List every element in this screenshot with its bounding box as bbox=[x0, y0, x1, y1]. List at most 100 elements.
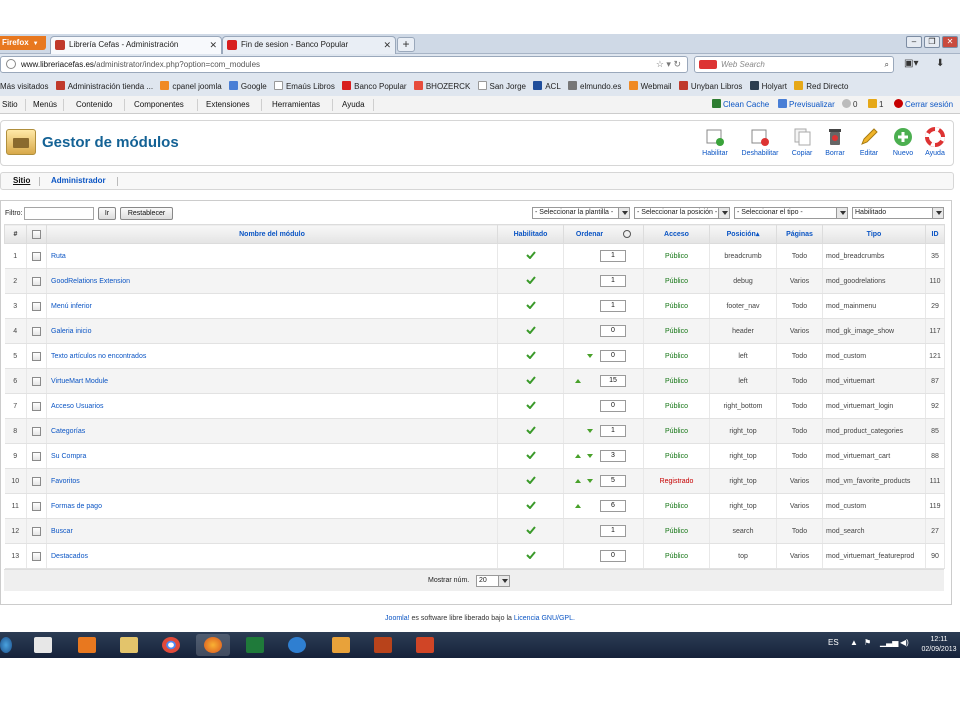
move-down-icon[interactable] bbox=[587, 429, 593, 433]
taskbar-app[interactable] bbox=[408, 634, 442, 656]
module-name-link[interactable]: Ruta bbox=[46, 243, 498, 269]
tab-admin-modules[interactable]: Administrador bbox=[51, 173, 106, 189]
row-checkbox[interactable] bbox=[32, 276, 41, 286]
enabled-toggle[interactable] bbox=[497, 443, 564, 469]
order-input[interactable]: 0 bbox=[600, 550, 626, 562]
bookmark-item[interactable]: Unyban Libros bbox=[678, 78, 742, 95]
new-tab-button[interactable]: + bbox=[397, 37, 415, 52]
row-checkbox[interactable] bbox=[32, 251, 41, 261]
row-select[interactable] bbox=[26, 518, 47, 544]
preview-link[interactable]: Previsualizar bbox=[778, 96, 835, 114]
row-checkbox[interactable] bbox=[32, 401, 41, 411]
move-down-icon[interactable] bbox=[587, 479, 593, 483]
row-checkbox[interactable] bbox=[32, 426, 41, 436]
taskbar-app[interactable] bbox=[280, 634, 314, 656]
order-input[interactable]: 6 bbox=[600, 500, 626, 512]
close-icon[interactable]: ✕ bbox=[209, 37, 217, 53]
language-indicator[interactable]: ES bbox=[828, 638, 839, 647]
row-checkbox[interactable] bbox=[32, 376, 41, 386]
limit-select[interactable]: 20 bbox=[476, 575, 510, 587]
license-link[interactable]: Licencia GNU/GPL. bbox=[514, 615, 575, 622]
move-down-icon[interactable] bbox=[587, 454, 593, 458]
taskbar-app[interactable] bbox=[154, 634, 188, 656]
move-up-icon[interactable] bbox=[575, 379, 581, 383]
order-input[interactable]: 0 bbox=[600, 350, 626, 362]
messages-count[interactable]: 0 bbox=[842, 96, 857, 114]
column-order[interactable]: Ordenar bbox=[563, 224, 644, 244]
enabled-toggle[interactable] bbox=[497, 493, 564, 519]
row-select[interactable] bbox=[26, 343, 47, 369]
order-input[interactable]: 0 bbox=[600, 325, 626, 337]
disable-button[interactable]: Deshabilitar bbox=[737, 127, 783, 157]
module-name-link[interactable]: VirtueMart Module bbox=[46, 368, 498, 394]
menu-menus[interactable]: Menús bbox=[31, 96, 59, 114]
start-button[interactable] bbox=[0, 634, 14, 656]
bookmark-item[interactable]: Holyart bbox=[749, 78, 787, 95]
clean-cache-link[interactable]: Clean Cache bbox=[712, 96, 769, 114]
url-bar[interactable]: www.libreriacefas.es/administrator/index… bbox=[0, 56, 688, 73]
access-level-link[interactable]: Público bbox=[643, 343, 710, 369]
flag-icon[interactable]: ⚑ bbox=[864, 638, 871, 647]
enabled-toggle[interactable] bbox=[497, 393, 564, 419]
menu-ayuda[interactable]: Ayuda bbox=[340, 96, 367, 114]
bookmark-item[interactable]: Red Directo bbox=[794, 78, 848, 95]
tray-expand-icon[interactable]: ▲ bbox=[850, 638, 858, 647]
module-name-link[interactable]: GoodRelations Extension bbox=[46, 268, 498, 294]
position-select[interactable]: - Seleccionar la posición - bbox=[634, 207, 730, 219]
access-level-link[interactable]: Público bbox=[643, 243, 710, 269]
move-up-icon[interactable] bbox=[575, 454, 581, 458]
bookmark-item[interactable]: BHOZERCK bbox=[413, 78, 470, 95]
module-name-link[interactable]: Texto artículos no encontrados bbox=[46, 343, 498, 369]
column-pages[interactable]: Páginas bbox=[776, 224, 823, 244]
filter-input[interactable] bbox=[24, 207, 94, 220]
order-input[interactable]: 1 bbox=[600, 300, 626, 312]
volume-icon[interactable]: ◀) bbox=[900, 638, 909, 647]
row-checkbox[interactable] bbox=[32, 351, 41, 361]
enabled-toggle[interactable] bbox=[497, 543, 564, 569]
enabled-toggle[interactable] bbox=[497, 318, 564, 344]
bookmark-item[interactable]: Emaús Libros bbox=[273, 78, 335, 95]
bookmark-item[interactable]: Administración tienda ... bbox=[55, 78, 153, 95]
column-id[interactable]: ID bbox=[925, 224, 945, 244]
bookmark-item[interactable]: Google bbox=[228, 78, 267, 95]
move-up-icon[interactable] bbox=[575, 479, 581, 483]
move-up-icon[interactable] bbox=[575, 504, 581, 508]
bookmark-item[interactable]: cpanel joomla bbox=[160, 78, 222, 95]
save-order-icon[interactable] bbox=[623, 230, 632, 238]
access-level-link[interactable]: Público bbox=[643, 268, 710, 294]
enable-button[interactable]: Habilitar bbox=[693, 127, 737, 157]
taskbar-app[interactable] bbox=[238, 634, 272, 656]
select-all-checkbox[interactable] bbox=[32, 229, 41, 239]
menu-sitio[interactable]: Sitio bbox=[0, 96, 20, 114]
network-icon[interactable]: ▁▃▅ bbox=[880, 638, 898, 647]
access-level-link[interactable]: Registrado bbox=[643, 468, 710, 494]
access-level-link[interactable]: Público bbox=[643, 443, 710, 469]
row-select[interactable] bbox=[26, 543, 47, 569]
bookmark-item[interactable]: San Jorge bbox=[477, 78, 526, 95]
access-level-link[interactable]: Público bbox=[643, 368, 710, 394]
state-select[interactable]: Habilitado bbox=[852, 207, 944, 219]
order-input[interactable]: 1 bbox=[600, 250, 626, 262]
module-name-link[interactable]: Destacados bbox=[46, 543, 498, 569]
bookmark-item[interactable]: ACL bbox=[533, 78, 561, 95]
logout-link[interactable]: Cerrar sesión bbox=[894, 96, 953, 114]
row-checkbox[interactable] bbox=[32, 451, 41, 461]
bookmark-item[interactable]: Banco Popular bbox=[342, 78, 407, 95]
download-icon[interactable]: ⬇ bbox=[936, 58, 944, 69]
taskbar-app[interactable] bbox=[324, 634, 358, 656]
taskbar-app[interactable] bbox=[26, 634, 60, 656]
access-level-link[interactable]: Público bbox=[643, 543, 710, 569]
access-level-link[interactable]: Público bbox=[643, 393, 710, 419]
close-window-icon[interactable]: ✕ bbox=[942, 36, 958, 48]
access-level-link[interactable]: Público bbox=[643, 418, 710, 444]
enabled-toggle[interactable] bbox=[497, 418, 564, 444]
order-input[interactable]: 0 bbox=[600, 400, 626, 412]
column-access[interactable]: Acceso bbox=[643, 224, 710, 244]
reset-button[interactable]: Restablecer bbox=[120, 207, 173, 220]
row-select[interactable] bbox=[26, 393, 47, 419]
help-button[interactable]: Ayuda bbox=[915, 127, 955, 157]
type-select[interactable]: - Seleccionar el tipo - bbox=[734, 207, 848, 219]
row-select[interactable] bbox=[26, 418, 47, 444]
page-menu-icon[interactable]: ▣▾ bbox=[904, 58, 918, 69]
row-select[interactable] bbox=[26, 443, 47, 469]
